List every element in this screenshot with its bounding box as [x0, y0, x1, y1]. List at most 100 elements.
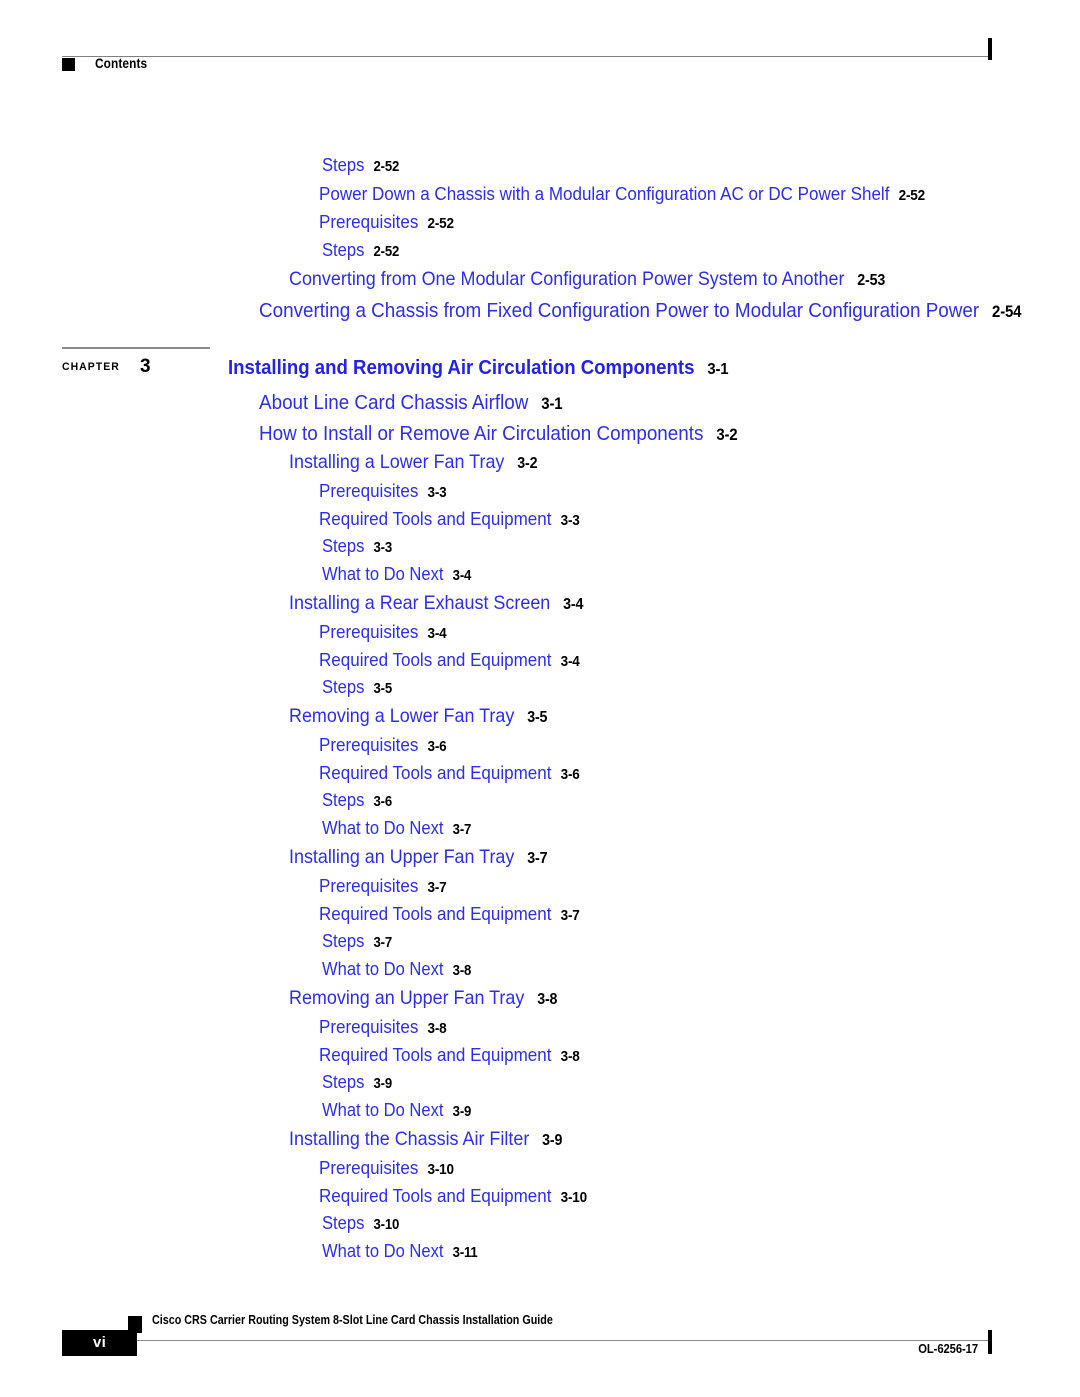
toc-entry-page-number: 2-52: [373, 244, 400, 260]
toc-entry[interactable]: Installing a Rear Exhaust Screen 3-4: [289, 592, 583, 615]
toc-entry-text: Installing a Rear Exhaust Screen: [289, 592, 551, 614]
toc-entry[interactable]: Required Tools and Equipment 3-8: [319, 1044, 580, 1066]
toc-entry-text: Prerequisites: [319, 875, 419, 896]
toc-entry-text: Required Tools and Equipment: [319, 1185, 552, 1206]
toc-entry[interactable]: Installing an Upper Fan Tray 3-7: [289, 846, 548, 869]
toc-entry-page-number: 3-10: [373, 1217, 400, 1233]
footer-document-title: Cisco CRS Carrier Routing System 8-Slot …: [152, 1313, 553, 1327]
toc-entry[interactable]: Steps 3-5: [322, 677, 392, 698]
toc-entry-text: Prerequisites: [319, 621, 419, 642]
toc-entry[interactable]: Required Tools and Equipment 3-10: [319, 1185, 587, 1207]
toc-entry[interactable]: What to Do Next 3-4: [322, 564, 471, 585]
toc-entry-text: Steps: [322, 155, 365, 175]
toc-entry-page-number: 3-7: [452, 822, 472, 838]
toc-entry[interactable]: Converting from One Modular Configuratio…: [289, 268, 885, 291]
toc-entry[interactable]: Steps 3-6: [322, 790, 392, 811]
toc-entry-page-number: 3-3: [373, 540, 393, 556]
toc-entry[interactable]: Steps 3-3: [322, 536, 392, 557]
toc-entry-page-number: 2-54: [992, 303, 1022, 321]
toc-entry-page-number: 3-5: [527, 709, 548, 726]
toc-entry[interactable]: Steps 3-9: [322, 1072, 392, 1093]
toc-entry[interactable]: Prerequisites 3-3: [319, 480, 447, 502]
toc-entry-text: How to Install or Remove Air Circulation…: [259, 422, 704, 445]
toc-entry-page-number: 3-10: [427, 1162, 455, 1178]
toc-entry-page-number: 3-8: [537, 991, 558, 1008]
toc-entry[interactable]: Steps 2-52: [322, 155, 399, 176]
toc-entry-text: Prerequisites: [319, 1016, 419, 1037]
toc-entry[interactable]: Prerequisites 3-6: [319, 734, 447, 756]
toc-entry-text: Required Tools and Equipment: [319, 762, 552, 783]
toc-entry[interactable]: About Line Card Chassis Airflow 3-1: [259, 391, 563, 415]
toc-entry-text: Prerequisites: [319, 1157, 419, 1178]
toc-entry-page-number: 3-8: [427, 1021, 447, 1037]
chapter-title-entry[interactable]: Installing and Removing Air Circulation …: [228, 357, 729, 380]
toc-entry-page-number: 3-10: [560, 1190, 588, 1206]
toc-entry[interactable]: How to Install or Remove Air Circulation…: [259, 422, 738, 446]
toc-entry[interactable]: Prerequisites 3-8: [319, 1016, 447, 1038]
toc-entry-text: What to Do Next: [322, 818, 444, 838]
toc-entry[interactable]: Required Tools and Equipment 3-7: [319, 903, 580, 925]
toc-entry[interactable]: Steps 3-10: [322, 1213, 399, 1234]
toc-entry-text: Required Tools and Equipment: [319, 649, 552, 670]
toc-entry-page-number: 3-9: [452, 1104, 472, 1120]
chapter-label: CHAPTER: [62, 361, 120, 373]
toc-entry-text: Prerequisites: [319, 734, 419, 755]
toc-entry-text: Installing the Chassis Air Filter: [289, 1128, 530, 1150]
toc-entry-page-number: 3-1: [541, 395, 563, 413]
header-divider: [62, 56, 988, 57]
toc-entry-text: Converting from One Modular Configuratio…: [289, 268, 845, 290]
toc-entry[interactable]: Prerequisites 3-10: [319, 1157, 454, 1179]
toc-entry-page-number: 3-7: [373, 935, 393, 951]
header-edge-tick: [988, 38, 992, 60]
toc-entry[interactable]: Prerequisites 3-7: [319, 875, 447, 897]
footer-edge-tick: [988, 1330, 992, 1354]
toc-entry[interactable]: Prerequisites 2-52: [319, 211, 454, 233]
toc-entry-text: Steps: [322, 240, 365, 260]
toc-entry[interactable]: Steps 3-7: [322, 931, 392, 952]
toc-entry[interactable]: Removing a Lower Fan Tray 3-5: [289, 705, 547, 728]
toc-entry-text: What to Do Next: [322, 959, 444, 979]
footer-divider: [62, 1340, 988, 1341]
toc-entry-text: Prerequisites: [319, 211, 419, 232]
toc-entry[interactable]: Removing an Upper Fan Tray 3-8: [289, 987, 557, 1010]
toc-entry[interactable]: Required Tools and Equipment 3-3: [319, 508, 580, 530]
toc-entry-text: Steps: [322, 931, 365, 951]
toc-entry[interactable]: Required Tools and Equipment 3-6: [319, 762, 580, 784]
toc-entry-page-number: 3-7: [560, 908, 580, 924]
toc-entry-page-number: 3-4: [452, 568, 472, 584]
toc-entry-page-number: 3-2: [716, 426, 738, 444]
toc-entry-page-number: 3-2: [517, 455, 538, 472]
toc-entry-page-number: 3-9: [542, 1132, 563, 1149]
toc-entry[interactable]: What to Do Next 3-9: [322, 1100, 471, 1121]
toc-entry-text: About Line Card Chassis Airflow: [259, 391, 529, 414]
toc-entry[interactable]: What to Do Next 3-7: [322, 818, 471, 839]
toc-entry-text: Power Down a Chassis with a Modular Conf…: [319, 183, 890, 204]
toc-entry[interactable]: Prerequisites 3-4: [319, 621, 447, 643]
toc-entry-text: Steps: [322, 790, 365, 810]
toc-entry-page-number: 3-3: [560, 513, 580, 529]
toc-entry-page-number: 2-53: [857, 272, 886, 289]
toc-entry[interactable]: Required Tools and Equipment 3-4: [319, 649, 580, 671]
header-bullet-icon: [62, 58, 75, 71]
toc-entry[interactable]: Steps 2-52: [322, 240, 399, 261]
toc-entry[interactable]: Installing a Lower Fan Tray 3-2: [289, 451, 538, 474]
toc-entry-text: Required Tools and Equipment: [319, 1044, 552, 1065]
toc-entry-text: Converting a Chassis from Fixed Configur…: [259, 299, 980, 322]
toc-entry-text: Steps: [322, 677, 365, 697]
toc-entry[interactable]: Power Down a Chassis with a Modular Conf…: [319, 183, 925, 205]
toc-entry-text: Installing an Upper Fan Tray: [289, 846, 515, 868]
toc-entry-text: What to Do Next: [322, 1100, 444, 1120]
toc-entry-text: Installing a Lower Fan Tray: [289, 451, 505, 473]
toc-entry-text: Prerequisites: [319, 480, 419, 501]
toc-entry[interactable]: What to Do Next 3-8: [322, 959, 471, 980]
toc-entry-page-number: 3-9: [373, 1076, 393, 1092]
toc-entry-text: Removing a Lower Fan Tray: [289, 705, 515, 727]
toc-entry[interactable]: Installing the Chassis Air Filter 3-9: [289, 1128, 562, 1151]
chapter-title-text: Installing and Removing Air Circulation …: [228, 357, 695, 379]
toc-entry[interactable]: Converting a Chassis from Fixed Configur…: [259, 299, 1021, 323]
toc-entry-page-number: 3-4: [427, 626, 447, 642]
toc-entry-page-number: 3-8: [560, 1049, 580, 1065]
toc-entry-page-number: 3-3: [427, 485, 447, 501]
toc-entry-page-number: 2-52: [898, 188, 926, 204]
toc-entry[interactable]: What to Do Next 3-11: [322, 1241, 478, 1262]
